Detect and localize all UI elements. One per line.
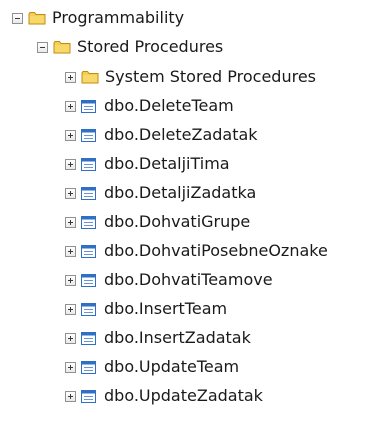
expand-icon[interactable] — [65, 187, 76, 199]
folder-icon — [28, 12, 46, 25]
tree-node-label: dbo.DeleteTeam — [104, 96, 234, 115]
stored-procedure-icon — [81, 157, 96, 171]
tree-node-label: dbo.InsertZadatak — [104, 328, 251, 347]
expand-icon[interactable] — [65, 361, 76, 373]
stored-procedure-icon — [81, 215, 96, 229]
tree-node-stored-procedure[interactable]: dbo.UpdateZadatak — [65, 385, 263, 407]
expand-icon[interactable] — [65, 390, 76, 402]
tree-node-stored-procedure[interactable]: dbo.UpdateTeam — [65, 356, 239, 378]
expand-icon[interactable] — [65, 274, 76, 286]
tree-node-label: dbo.UpdateTeam — [104, 357, 240, 376]
tree-node-stored-procedure[interactable]: dbo.InsertZadatak — [65, 327, 251, 349]
tree-node-label: dbo.DetaljiTima — [104, 154, 230, 173]
tree-node-label: Programmability — [52, 8, 185, 27]
stored-procedure-icon — [81, 128, 96, 142]
stored-procedure-icon — [81, 244, 96, 258]
tree-node-label: Stored Procedures — [77, 37, 224, 56]
expand-icon[interactable] — [65, 332, 76, 344]
expand-icon[interactable] — [65, 71, 76, 83]
stored-procedure-icon — [81, 360, 96, 374]
collapse-icon[interactable] — [37, 41, 48, 53]
stored-procedure-icon — [81, 389, 96, 403]
tree-node-system-stored-procedures[interactable]: System Stored Procedures — [65, 66, 316, 88]
tree-node-stored-procedure[interactable]: dbo.DohvatiPosebneOznake — [65, 240, 328, 262]
tree-node-stored-procedure[interactable]: dbo.DetaljiZadatka — [65, 182, 256, 204]
tree-node-stored-procedure[interactable]: dbo.DohvatiTeamove — [65, 269, 273, 291]
expand-icon[interactable] — [65, 100, 76, 112]
tree-node-label: dbo.DetaljiZadatka — [104, 183, 257, 202]
stored-procedure-icon — [81, 99, 96, 113]
stored-procedure-icon — [81, 186, 96, 200]
stored-procedure-icon — [81, 331, 96, 345]
tree-node-label: dbo.DohvatiPosebneOznake — [104, 241, 328, 260]
tree-node-stored-procedure[interactable]: dbo.InsertTeam — [65, 298, 227, 320]
expand-icon[interactable] — [65, 245, 76, 257]
expand-icon[interactable] — [65, 158, 76, 170]
tree-node-label: dbo.DohvatiGrupe — [104, 212, 251, 231]
expand-icon[interactable] — [65, 216, 76, 228]
tree-node-stored-procedure[interactable]: dbo.DeleteTeam — [65, 95, 234, 117]
object-explorer-tree: Programmability Stored Procedures System… — [0, 0, 390, 423]
tree-node-label: System Stored Procedures — [105, 67, 317, 86]
tree-node-stored-procedure[interactable]: dbo.DetaljiTima — [65, 153, 230, 175]
tree-node-label: dbo.UpdateZadatak — [104, 386, 263, 405]
tree-node-programmability[interactable]: Programmability — [12, 7, 184, 29]
stored-procedure-icon — [81, 273, 96, 287]
collapse-icon[interactable] — [12, 12, 23, 24]
tree-node-label: dbo.DeleteZadatak — [104, 125, 258, 144]
tree-node-label: dbo.InsertTeam — [104, 299, 228, 318]
tree-node-stored-procedure[interactable]: dbo.DohvatiGrupe — [65, 211, 250, 233]
tree-node-stored-procedure[interactable]: dbo.DeleteZadatak — [65, 124, 258, 146]
folder-icon — [81, 71, 99, 84]
expand-icon[interactable] — [65, 129, 76, 141]
folder-icon — [53, 41, 71, 54]
tree-node-stored-procedures[interactable]: Stored Procedures — [37, 36, 223, 58]
stored-procedure-icon — [81, 302, 96, 316]
tree-node-label: dbo.DohvatiTeamove — [104, 270, 273, 289]
expand-icon[interactable] — [65, 303, 76, 315]
